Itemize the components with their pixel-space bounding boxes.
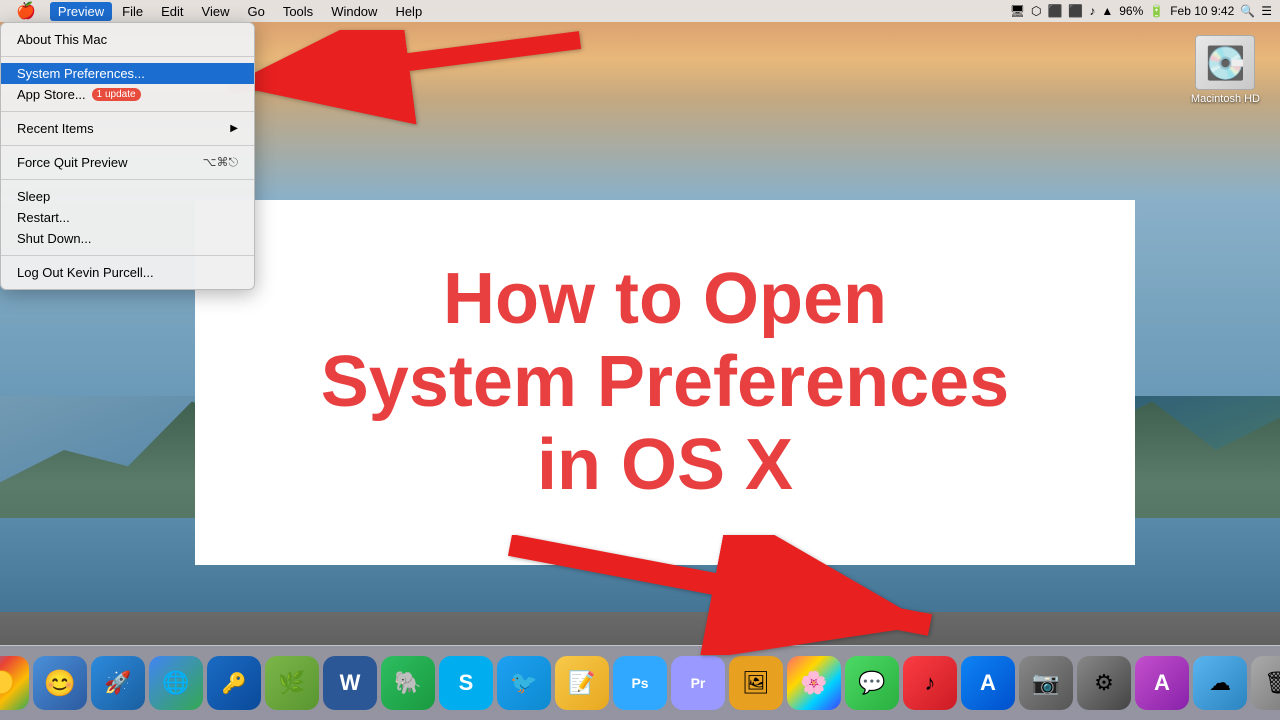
- window-menu[interactable]: Window: [323, 2, 385, 21]
- menu-divider-2: [1, 111, 254, 112]
- dock-master[interactable]: 🖼: [729, 656, 783, 710]
- app-store-item[interactable]: App Store... 1 update: [1, 84, 254, 105]
- dock-launchpad[interactable]: 🚀: [91, 656, 145, 710]
- dock-trash[interactable]: 🗑: [1251, 656, 1280, 710]
- restart-label: Restart...: [17, 210, 70, 225]
- bluetooth-icon[interactable]: ⬡: [1031, 4, 1041, 18]
- recent-items-item[interactable]: Recent Items ▶: [1, 118, 254, 139]
- recent-items-arrow: ▶: [230, 123, 238, 134]
- app-name-menu[interactable]: Preview: [50, 2, 112, 21]
- battery-icon: 🔋: [1149, 4, 1164, 18]
- dock-skype[interactable]: S: [439, 656, 493, 710]
- wifi-icon[interactable]: ▲: [1101, 4, 1113, 18]
- hd-drive-image: 💽: [1195, 35, 1255, 90]
- about-mac-label: About This Mac: [17, 32, 107, 47]
- tutorial-overlay: How to Open System Preferences in OS X: [195, 200, 1135, 565]
- dock-appstore[interactable]: A: [961, 656, 1015, 710]
- shutdown-label: Shut Down...: [17, 231, 91, 246]
- dock-evernote[interactable]: 🐘: [381, 656, 435, 710]
- dock-sysprefs[interactable]: ⚙: [1077, 656, 1131, 710]
- audio-icon[interactable]: ♪: [1089, 4, 1095, 18]
- restart-item[interactable]: Restart...: [1, 207, 254, 228]
- sleep-item[interactable]: Sleep: [1, 186, 254, 207]
- tools-menu[interactable]: Tools: [275, 2, 321, 21]
- screenrecord-icon[interactable]: ⬛: [1068, 4, 1083, 18]
- view-menu[interactable]: View: [194, 2, 238, 21]
- sleep-label: Sleep: [17, 189, 50, 204]
- force-quit-label: Force Quit Preview: [17, 155, 128, 170]
- monitor-icon[interactable]: 🖥: [1010, 4, 1025, 18]
- dock-messages[interactable]: 💬: [845, 656, 899, 710]
- menubar-left: 🍎 Preview File Edit View Go Tools Window…: [8, 0, 430, 23]
- force-quit-shortcut: ⌥⌘⎋: [203, 155, 238, 170]
- dock-chrome-canary[interactable]: 🟡: [0, 656, 29, 710]
- search-icon[interactable]: 🔍: [1240, 4, 1255, 18]
- about-this-mac-item[interactable]: About This Mac: [1, 29, 254, 50]
- hd-label: Macintosh HD: [1191, 93, 1260, 105]
- logout-label: Log Out Kevin Purcell...: [17, 265, 154, 280]
- dock-olivetree[interactable]: 🌿: [265, 656, 319, 710]
- app-store-label: App Store...: [17, 87, 86, 102]
- dock-finder[interactable]: 😊: [33, 656, 87, 710]
- app-store-badge: 1 update: [92, 88, 141, 101]
- menu-divider-5: [1, 255, 254, 256]
- recent-items-label: Recent Items: [17, 121, 94, 136]
- dock-word[interactable]: W: [323, 656, 377, 710]
- help-menu[interactable]: Help: [387, 2, 430, 21]
- tutorial-text: How to Open System Preferences in OS X: [301, 238, 1029, 526]
- dock-1password[interactable]: 🔑: [207, 656, 261, 710]
- logout-item[interactable]: Log Out Kevin Purcell...: [1, 262, 254, 283]
- force-quit-item[interactable]: Force Quit Preview ⌥⌘⎋: [1, 152, 254, 173]
- tutorial-line1: How to Open: [321, 258, 1009, 341]
- dock-premiere[interactable]: Pr: [671, 656, 725, 710]
- shutdown-item[interactable]: Shut Down...: [1, 228, 254, 249]
- system-preferences-item[interactable]: System Preferences...: [1, 63, 254, 84]
- apple-menu-trigger[interactable]: 🍎: [8, 0, 44, 23]
- apple-dropdown-menu: About This Mac System Preferences... App…: [0, 22, 255, 290]
- datetime: Feb 10 9:42: [1170, 4, 1234, 18]
- dock-photos[interactable]: 🌸: [787, 656, 841, 710]
- tutorial-line2: System Preferences: [321, 341, 1009, 424]
- dock-iphoto[interactable]: 📷: [1019, 656, 1073, 710]
- battery-percent: 96%: [1119, 4, 1143, 18]
- menubar: 🍎 Preview File Edit View Go Tools Window…: [0, 0, 1280, 22]
- go-menu[interactable]: Go: [239, 2, 272, 21]
- file-menu[interactable]: File: [114, 2, 151, 21]
- dock-twitter[interactable]: 🐦: [497, 656, 551, 710]
- menu-divider-4: [1, 179, 254, 180]
- dock-itunes[interactable]: ♪: [903, 656, 957, 710]
- tutorial-line3: in OS X: [321, 424, 1009, 507]
- dock-icloud[interactable]: ☁: [1193, 656, 1247, 710]
- arrow-bottom: [500, 535, 1000, 660]
- menubar-right: 🖥 ⬡ ⬛ ⬛ ♪ ▲ 96% 🔋 Feb 10 9:42 🔍 ☰: [1010, 4, 1272, 18]
- menu-divider-1: [1, 56, 254, 57]
- edit-menu[interactable]: Edit: [153, 2, 191, 21]
- notification-icon[interactable]: ☰: [1261, 4, 1272, 18]
- dock-stickies[interactable]: 📝: [555, 656, 609, 710]
- dock-photoshop[interactable]: Ps: [613, 656, 667, 710]
- dock-chrome[interactable]: 🌐: [149, 656, 203, 710]
- dock-launchpad2[interactable]: A: [1135, 656, 1189, 710]
- hid-icon[interactable]: ⬛: [1047, 4, 1062, 18]
- menu-divider-3: [1, 145, 254, 146]
- system-preferences-label: System Preferences...: [17, 66, 145, 81]
- desktop: 🍎 Preview File Edit View Go Tools Window…: [0, 0, 1280, 720]
- macintosh-hd-icon[interactable]: 💽 Macintosh HD: [1191, 35, 1260, 105]
